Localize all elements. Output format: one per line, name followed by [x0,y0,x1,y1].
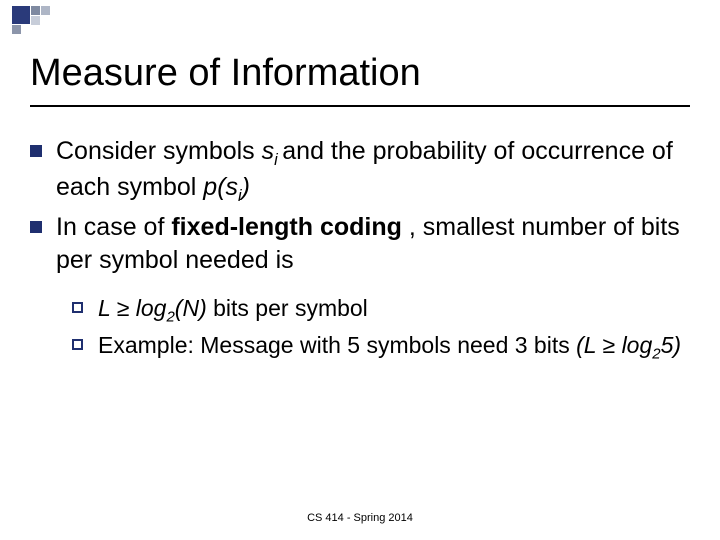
slide-body: Consider symbols si and the probability … [30,135,690,364]
sub-bullet-list: L ≥ log2(N) bits per symbol Example: Mes… [72,294,690,364]
bold-term: fixed-length coding [171,213,409,241]
formula: L ≥ log2(N) [98,295,207,321]
bullet-item-1: Consider symbols si and the probability … [30,135,690,207]
slide-footer: CS 414 - Spring 2014 [0,512,720,524]
text: bits per symbol [207,295,368,321]
example-label: Example: [98,332,194,358]
symbol-si: si [262,137,283,165]
symbol-psi: p(si) [203,173,250,201]
slide-title: Measure of Information [30,52,690,107]
text: Message with 5 symbols need 3 bits [194,332,576,358]
text: Consider symbols [56,137,262,165]
square-bullet-icon [30,221,42,233]
hollow-square-icon [72,302,83,313]
hollow-square-icon [72,339,83,350]
sub-bullet-1: L ≥ log2(N) bits per symbol [72,294,690,327]
text: In case of [56,213,171,241]
slide-content: Measure of Information Consider symbols … [0,0,720,540]
bullet-item-2: In case of fixed-length coding , smalles… [30,211,690,276]
formula: (L ≥ log25) [576,332,681,358]
sub-bullet-2: Example: Message with 5 symbols need 3 b… [72,331,690,364]
square-bullet-icon [30,145,42,157]
